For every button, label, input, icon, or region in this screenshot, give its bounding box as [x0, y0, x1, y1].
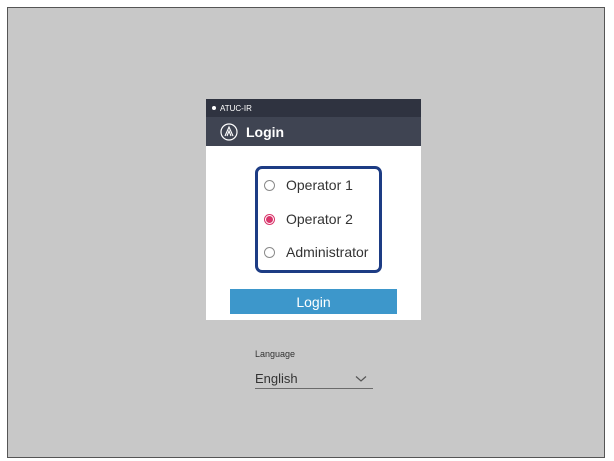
role-option-operator-2[interactable]: Operator 2 — [264, 211, 353, 227]
role-option-administrator[interactable]: Administrator — [264, 244, 368, 260]
radio-operator-2[interactable] — [264, 213, 275, 225]
language-selected-value: English — [255, 371, 298, 386]
login-dialog: ATUC-IR Login Operator 1 Operator 2 Admi… — [206, 99, 421, 320]
role-selection-group: Operator 1 Operator 2 Administrator — [255, 166, 382, 273]
role-label-operator-2: Operator 2 — [286, 211, 353, 227]
language-label: Language — [255, 349, 296, 359]
login-button[interactable]: Login — [230, 289, 397, 314]
dialog-header: Login — [206, 117, 421, 146]
audio-technica-logo-icon — [220, 122, 238, 141]
status-dot-icon — [212, 106, 216, 110]
chevron-down-icon — [355, 375, 367, 382]
language-select[interactable]: English — [255, 369, 373, 389]
role-label-operator-1: Operator 1 — [286, 177, 353, 193]
dialog-title: Login — [246, 123, 285, 140]
role-option-operator-1[interactable]: Operator 1 — [264, 177, 353, 193]
radio-operator-1[interactable] — [264, 179, 275, 191]
role-label-administrator: Administrator — [286, 244, 369, 260]
radio-administrator[interactable] — [264, 246, 275, 258]
app-background: ATUC-IR Login Operator 1 Operator 2 Admi… — [7, 7, 605, 458]
device-name: ATUC-IR — [220, 103, 252, 113]
device-bar: ATUC-IR — [206, 99, 421, 117]
